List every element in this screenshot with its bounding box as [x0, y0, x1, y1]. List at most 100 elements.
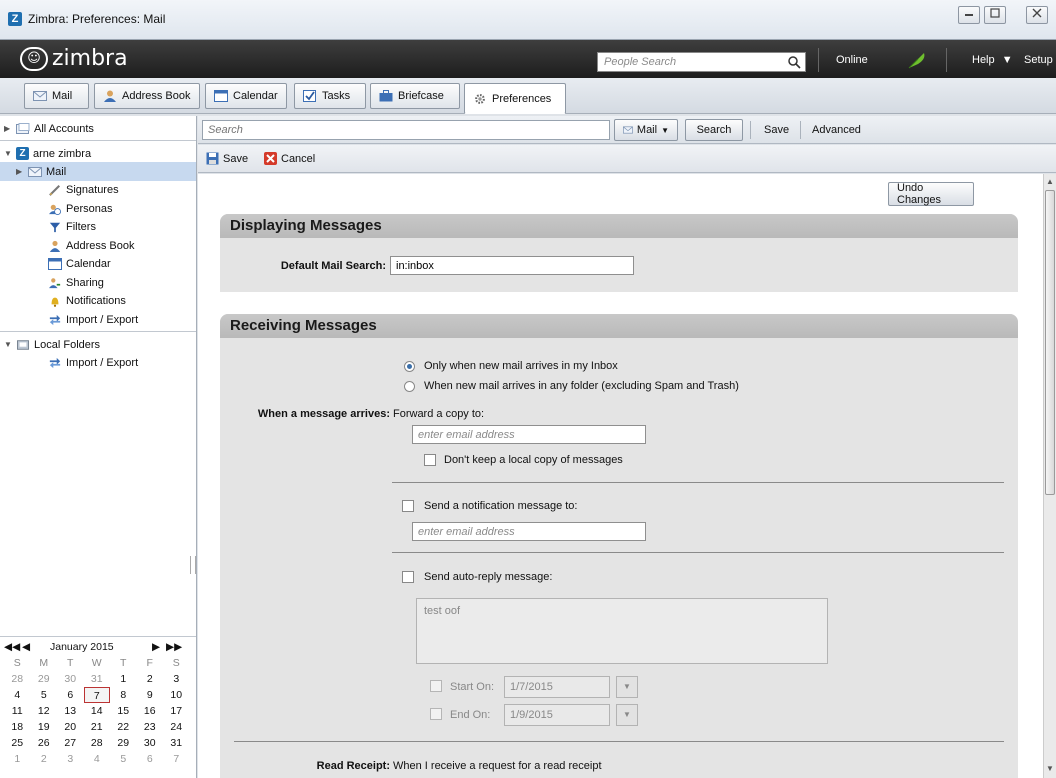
calendar-day[interactable]: 15	[110, 703, 137, 719]
save-search-button[interactable]: Save	[764, 124, 789, 136]
tree-item-account[interactable]: ▼ Z arne zimbra	[0, 144, 91, 163]
start-date-field[interactable]: 1/7/2015	[504, 676, 610, 698]
cancel-button[interactable]: Cancel	[264, 152, 315, 165]
calendar-day[interactable]: 1	[110, 671, 137, 687]
calendar-day[interactable]: 22	[110, 719, 137, 735]
calendar-day[interactable]: 13	[57, 703, 84, 719]
calendar-day[interactable]: 21	[84, 719, 111, 735]
calendar-day[interactable]: 27	[57, 735, 84, 751]
calendar-day[interactable]: 29	[110, 735, 137, 751]
calendar-day[interactable]: 19	[31, 719, 58, 735]
next-month-icon[interactable]: ▶	[152, 641, 160, 653]
tree-item-mail[interactable]: ▶ Mail	[0, 162, 196, 181]
prev-year-icon[interactable]: ◀◀	[4, 641, 20, 653]
calendar-day[interactable]: 24	[163, 719, 190, 735]
calendar-day[interactable]: 28	[84, 735, 111, 751]
calendar-day[interactable]: 16	[137, 703, 164, 719]
default-mail-search-input[interactable]	[391, 257, 633, 274]
calendar-day[interactable]: 20	[57, 719, 84, 735]
help-menu[interactable]: Help ▼	[972, 54, 1013, 66]
tree-item-address-book[interactable]: Address Book	[0, 236, 134, 255]
tree-item-personas[interactable]: Personas	[0, 199, 112, 218]
setup-link[interactable]: Setup	[1024, 54, 1053, 66]
search-field[interactable]	[202, 120, 610, 140]
calendar-day[interactable]: 3	[57, 751, 84, 767]
calendar-day[interactable]: 26	[31, 735, 58, 751]
start-date-picker-button[interactable]: ▼	[616, 676, 638, 698]
notification-email-input[interactable]	[413, 523, 645, 540]
calendar-day[interactable]: 12	[31, 703, 58, 719]
calendar-day[interactable]: 6	[137, 751, 164, 767]
tree-item-calendar[interactable]: Calendar	[0, 254, 111, 273]
notification-email-field[interactable]	[412, 522, 646, 541]
tab-tasks[interactable]: Tasks	[294, 83, 366, 109]
forward-email-field[interactable]	[412, 425, 646, 444]
scrollbar-thumb[interactable]	[1045, 190, 1055, 495]
tab-briefcase[interactable]: Briefcase	[370, 83, 460, 109]
tab-preferences[interactable]: Preferences	[464, 83, 566, 114]
calendar-day[interactable]: 6	[57, 687, 84, 703]
zimbra-logo[interactable]: ☺ zimbra	[20, 46, 128, 71]
calendar-day[interactable]: 7	[83, 687, 110, 703]
calendar-day[interactable]: 29	[31, 671, 58, 687]
send-notification-checkbox[interactable]	[402, 500, 414, 512]
minimize-button[interactable]	[958, 6, 980, 24]
collapse-icon[interactable]: ▼	[4, 340, 12, 349]
autoreply-message-textarea[interactable]: test oof	[416, 598, 828, 664]
search-input[interactable]	[203, 121, 609, 139]
collapse-icon[interactable]: ▼	[4, 149, 12, 158]
expand-icon[interactable]: ▶	[4, 124, 12, 133]
online-status[interactable]: Online	[836, 54, 868, 66]
calendar-day[interactable]: 25	[4, 735, 31, 751]
people-search-input[interactable]	[598, 53, 778, 71]
panel-splitter-handle[interactable]	[190, 556, 196, 574]
forward-email-input[interactable]	[413, 426, 645, 443]
calendar-day[interactable]: 7	[163, 751, 190, 767]
tree-item-local-folders[interactable]: ▼ Local Folders	[0, 335, 100, 354]
search-icon[interactable]	[787, 55, 801, 69]
prev-month-icon[interactable]: ◀	[22, 641, 30, 653]
calendar-day[interactable]: 18	[4, 719, 31, 735]
search-button[interactable]: Search	[685, 119, 743, 141]
calendar-day[interactable]: 9	[137, 687, 164, 703]
calendar-day[interactable]: 5	[110, 751, 137, 767]
calendar-day[interactable]: 4	[84, 751, 111, 767]
calendar-day[interactable]: 3	[163, 671, 190, 687]
calendar-day[interactable]: 5	[31, 687, 58, 703]
tree-item-signatures[interactable]: Signatures	[0, 180, 119, 199]
tree-item-sharing[interactable]: Sharing	[0, 273, 104, 292]
expand-icon[interactable]: ▶	[16, 167, 24, 176]
tree-item-import-export[interactable]: Import / Export	[0, 310, 138, 329]
tree-item-filters[interactable]: Filters	[0, 217, 96, 236]
calendar-day[interactable]: 2	[31, 751, 58, 767]
undo-changes-button[interactable]: Undo Changes	[888, 182, 974, 206]
calendar-day[interactable]: 28	[4, 671, 31, 687]
default-mail-search-field[interactable]	[390, 256, 634, 275]
calendar-day[interactable]: 1	[4, 751, 31, 767]
save-button[interactable]: Save	[206, 152, 248, 165]
dont-keep-copy-checkbox[interactable]	[424, 454, 436, 466]
calendar-day[interactable]: 4	[4, 687, 31, 703]
calendar-day[interactable]: 17	[163, 703, 190, 719]
scroll-up-icon[interactable]: ▲	[1046, 177, 1054, 186]
end-date-picker-button[interactable]: ▼	[616, 704, 638, 726]
calendar-day[interactable]: 30	[57, 671, 84, 687]
tree-item-notifications[interactable]: Notifications	[0, 291, 126, 310]
people-search-field[interactable]	[597, 52, 806, 72]
send-autoreply-checkbox[interactable]	[402, 571, 414, 583]
maximize-button[interactable]	[984, 6, 1006, 24]
calendar-day[interactable]: 11	[4, 703, 31, 719]
calendar-day[interactable]: 8	[110, 687, 137, 703]
calendar-day[interactable]: 30	[137, 735, 164, 751]
close-window-button[interactable]	[1026, 6, 1048, 24]
tab-mail[interactable]: Mail	[24, 83, 89, 109]
start-on-checkbox[interactable]	[430, 680, 442, 692]
tree-item-all-accounts[interactable]: ▶ All Accounts	[0, 119, 94, 138]
only-inbox-radio[interactable]	[404, 361, 415, 372]
calendar-day[interactable]: 10	[163, 687, 190, 703]
next-year-icon[interactable]: ▶▶	[166, 641, 182, 653]
end-date-field[interactable]: 1/9/2015	[504, 704, 610, 726]
tree-item-local-import-export[interactable]: Import / Export	[0, 353, 138, 372]
tab-calendar[interactable]: Calendar	[205, 83, 287, 109]
calendar-day[interactable]: 31	[163, 735, 190, 751]
